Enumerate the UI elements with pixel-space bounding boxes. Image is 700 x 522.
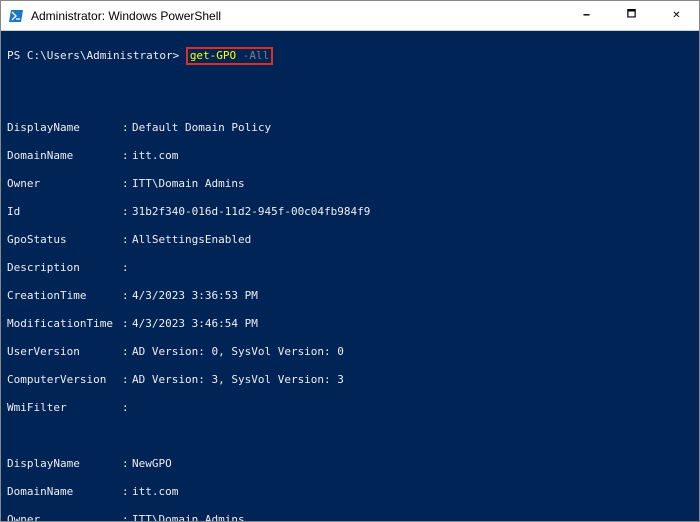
output-row: Owner: ITT\Domain Admins (7, 177, 693, 191)
blank-line (7, 65, 693, 79)
key: CreationTime (7, 289, 122, 303)
output-row: DisplayName: NewGPO (7, 457, 693, 471)
output-row: Owner: ITT\Domain Admins (7, 513, 693, 521)
maximize-icon: 🗖 (627, 7, 637, 24)
colon: : (122, 233, 132, 247)
blank-line (7, 93, 693, 107)
colon: : (122, 485, 132, 499)
colon: : (122, 317, 132, 331)
output-row: UserVersion: AD Version: 0, SysVol Versi… (7, 345, 693, 359)
key: GpoStatus (7, 233, 122, 247)
value: Default Domain Policy (132, 121, 271, 135)
value: NewGPO (132, 457, 172, 471)
value: AD Version: 0, SysVol Version: 0 (132, 345, 344, 359)
close-icon: ✕ (672, 10, 680, 21)
key: DomainName (7, 149, 122, 163)
powershell-icon (9, 8, 25, 24)
colon: : (122, 373, 132, 387)
key: DisplayName (7, 457, 122, 471)
output-row: DomainName: itt.com (7, 149, 693, 163)
colon: : (122, 401, 132, 415)
colon: : (122, 289, 132, 303)
key: Owner (7, 177, 122, 191)
key: WmiFilter (7, 401, 122, 415)
output-row: CreationTime: 4/3/2023 3:36:53 PM (7, 289, 693, 303)
key: Owner (7, 513, 122, 521)
colon: : (122, 513, 132, 521)
command-param: -All (236, 49, 269, 62)
minimize-button[interactable]: 🗕 (564, 1, 609, 30)
value: ITT\Domain Admins (132, 177, 245, 191)
key: Id (7, 205, 122, 219)
value: AllSettingsEnabled (132, 233, 251, 247)
output-row: Id: 31b2f340-016d-11d2-945f-00c04fb984f9 (7, 205, 693, 219)
minimize-icon: 🗕 (583, 7, 590, 24)
colon: : (122, 205, 132, 219)
window-controls: 🗕 🗖 ✕ (564, 1, 699, 30)
key: ComputerVersion (7, 373, 122, 387)
value: ITT\Domain Admins (132, 513, 245, 521)
value: itt.com (132, 485, 178, 499)
titlebar-left: Administrator: Windows PowerShell (1, 8, 221, 24)
key: UserVersion (7, 345, 122, 359)
output-row: ComputerVersion: AD Version: 3, SysVol V… (7, 373, 693, 387)
output-row: Description: (7, 261, 693, 275)
colon: : (122, 345, 132, 359)
prompt: PS C:\Users\Administrator> (7, 49, 179, 62)
colon: : (122, 457, 132, 471)
blank-line (7, 429, 693, 443)
maximize-button[interactable]: 🗖 (609, 1, 654, 30)
close-button[interactable]: ✕ (654, 1, 699, 30)
value: 4/3/2023 3:46:54 PM (132, 317, 258, 331)
colon: : (122, 261, 132, 275)
output-row: WmiFilter: (7, 401, 693, 415)
window-title: Administrator: Windows PowerShell (31, 9, 221, 23)
value: 4/3/2023 3:36:53 PM (132, 289, 258, 303)
key: DomainName (7, 485, 122, 499)
terminal-body[interactable]: PS C:\Users\Administrator> get-GPO -All … (1, 31, 699, 521)
output-row: GpoStatus: AllSettingsEnabled (7, 233, 693, 247)
value: AD Version: 3, SysVol Version: 3 (132, 373, 344, 387)
value: 31b2f340-016d-11d2-945f-00c04fb984f9 (132, 205, 370, 219)
titlebar[interactable]: Administrator: Windows PowerShell 🗕 🗖 ✕ (1, 1, 699, 31)
output-row: DomainName: itt.com (7, 485, 693, 499)
key: Description (7, 261, 122, 275)
command-highlight: get-GPO -All (186, 47, 273, 65)
output-row: ModificationTime: 4/3/2023 3:46:54 PM (7, 317, 693, 331)
colon: : (122, 121, 132, 135)
command-name: get-GPO (190, 49, 236, 62)
key: DisplayName (7, 121, 122, 135)
value: itt.com (132, 149, 178, 163)
key: ModificationTime (7, 317, 122, 331)
powershell-window: Administrator: Windows PowerShell 🗕 🗖 ✕ … (0, 0, 700, 522)
output-row: DisplayName: Default Domain Policy (7, 121, 693, 135)
colon: : (122, 149, 132, 163)
colon: : (122, 177, 132, 191)
